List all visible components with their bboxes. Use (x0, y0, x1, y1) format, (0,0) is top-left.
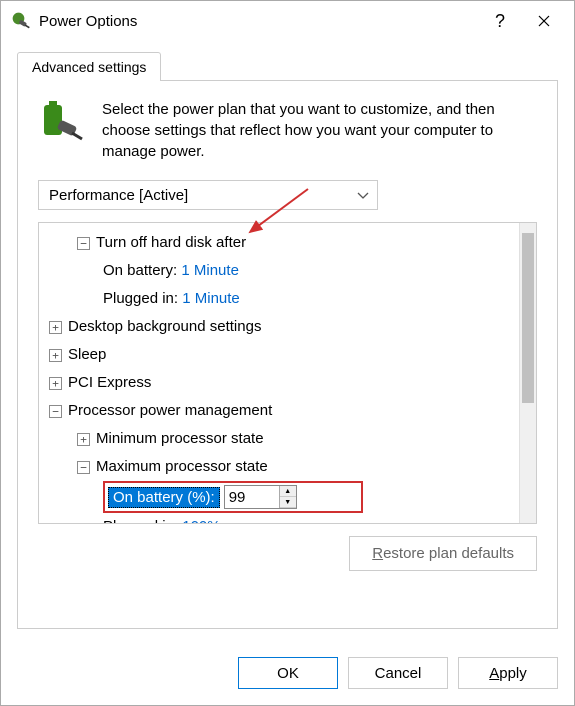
power-plug-icon (11, 11, 31, 31)
hd-plugged-value[interactable]: 1 Minute (182, 287, 240, 311)
restore-row: Restore plan defaults (38, 536, 537, 571)
expand-icon[interactable]: + (77, 433, 90, 446)
chevron-down-icon (357, 187, 369, 204)
intro-text: Select the power plan that you want to c… (102, 99, 537, 162)
tab-panel: Select the power plan that you want to c… (17, 81, 558, 629)
ok-button[interactable]: OK (238, 657, 338, 689)
spin-up-button[interactable]: ▲ (280, 486, 296, 497)
dialog-buttons: OK Cancel Apply (1, 645, 574, 705)
plan-selected-label: Performance [Active] (49, 187, 357, 204)
on-battery-percent-label: On battery (%): (108, 487, 220, 508)
tree-node-sleep[interactable]: + Sleep (43, 341, 515, 369)
tree-node-max-proc-state[interactable]: − Maximum processor state (43, 453, 515, 481)
collapse-icon[interactable]: − (49, 405, 62, 418)
tree-leaf-hd-plugged[interactable]: Plugged in: 1 Minute (43, 285, 515, 313)
max-proc-plugged-value[interactable]: 100% (182, 515, 220, 523)
close-button[interactable] (522, 5, 566, 37)
scrollbar-thumb[interactable] (522, 233, 534, 403)
percent-spinner[interactable]: ▲ ▼ (224, 485, 297, 509)
tree-leaf-max-proc-battery[interactable]: On battery (%): ▲ ▼ (103, 481, 363, 513)
tree-node-processor[interactable]: − Processor power management (43, 397, 515, 425)
content-area: Advanced settings Select the power plan … (1, 41, 574, 645)
tree-leaf-max-proc-plugged[interactable]: Plugged in: 100% (43, 513, 515, 523)
battery-plug-icon (38, 99, 86, 147)
tab-advanced-settings[interactable]: Advanced settings (17, 52, 161, 81)
expand-icon[interactable]: + (49, 377, 62, 390)
tree-leaf-hd-battery[interactable]: On battery: 1 Minute (43, 257, 515, 285)
tabs-row: Advanced settings (17, 51, 558, 81)
restore-defaults-button[interactable]: Restore plan defaults (349, 536, 537, 571)
tree-content: − Turn off hard disk after On battery: 1… (39, 223, 519, 523)
settings-tree: − Turn off hard disk after On battery: 1… (38, 222, 537, 524)
spin-down-button[interactable]: ▼ (280, 497, 296, 508)
titlebar: Power Options ? (1, 1, 574, 41)
apply-button[interactable]: Apply (458, 657, 558, 689)
cancel-button[interactable]: Cancel (348, 657, 448, 689)
tree-scrollbar[interactable] (519, 223, 536, 523)
hd-on-battery-value[interactable]: 1 Minute (181, 259, 239, 283)
tree-node-pci-express[interactable]: + PCI Express (43, 369, 515, 397)
tree-node-min-proc-state[interactable]: + Minimum processor state (43, 425, 515, 453)
tree-node-hard-disk[interactable]: − Turn off hard disk after (43, 229, 515, 257)
window-title: Power Options (39, 13, 478, 30)
tree-node-desktop-bg[interactable]: + Desktop background settings (43, 313, 515, 341)
intro-row: Select the power plan that you want to c… (38, 99, 537, 162)
power-options-dialog: Power Options ? Advanced settings Select… (0, 0, 575, 706)
spinner-buttons: ▲ ▼ (279, 486, 296, 508)
power-plan-dropdown[interactable]: Performance [Active] (38, 180, 378, 210)
help-button[interactable]: ? (478, 5, 522, 37)
collapse-icon[interactable]: − (77, 237, 90, 250)
expand-icon[interactable]: + (49, 321, 62, 334)
percent-input[interactable] (225, 489, 279, 506)
collapse-icon[interactable]: − (77, 461, 90, 474)
expand-icon[interactable]: + (49, 349, 62, 362)
